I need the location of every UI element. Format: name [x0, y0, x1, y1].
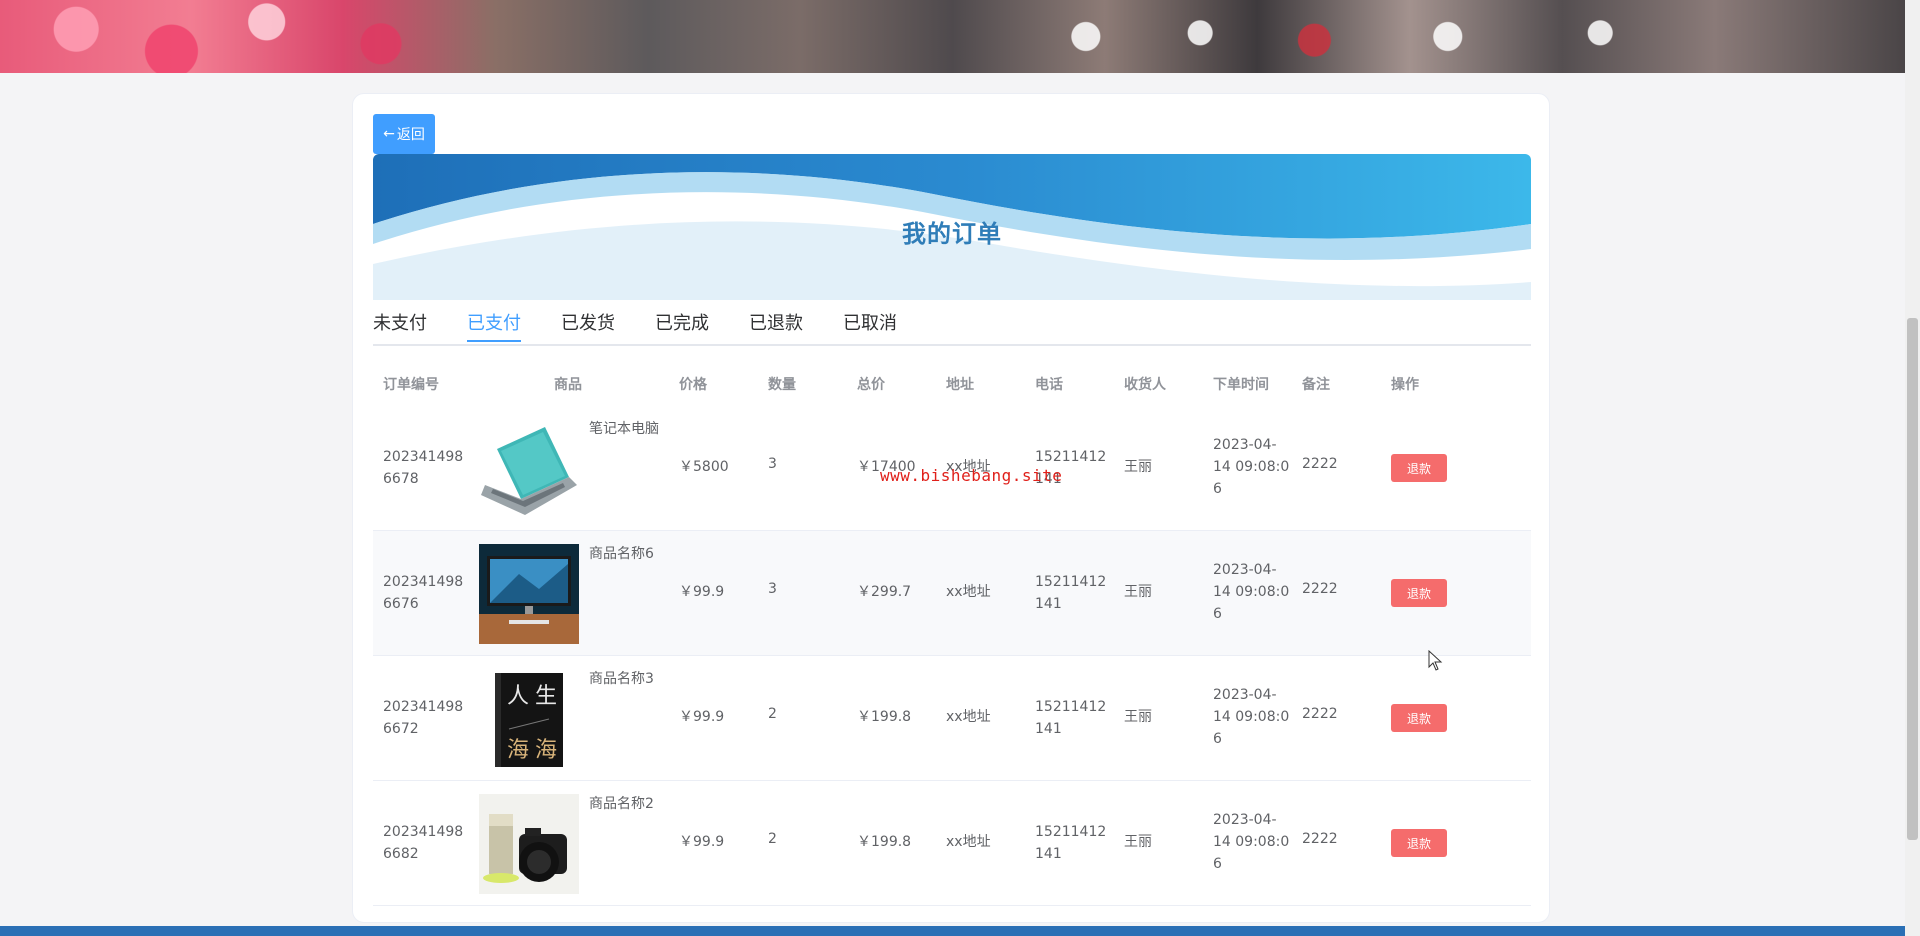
column-header: 价格	[679, 377, 707, 393]
column-header: 收货人	[1124, 377, 1166, 393]
order-id: 202341498 6682	[383, 824, 464, 862]
page-title: 我的订单	[902, 220, 1002, 248]
address: xx地址	[946, 709, 991, 725]
column-header: 商品	[554, 377, 582, 393]
table-row: 202341498 6682 商品名称2 ￥99.9 2 ￥199.8 xx地址 …	[373, 781, 1531, 906]
order-time: 2023-04- 14 09:08:0 6	[1213, 812, 1290, 872]
price: ￥99.9	[679, 584, 725, 600]
back-button[interactable]: ← 返回	[373, 114, 435, 154]
table-row: 202341498 6676 商品名称6 ￥99.9 3 ￥299.7 xx地址 …	[373, 531, 1531, 656]
arrow-left-icon: ←	[383, 126, 395, 142]
price: ￥5800	[679, 459, 729, 475]
receiver: 王丽	[1124, 584, 1152, 600]
order-id: 202341498 6676	[383, 574, 464, 612]
tab-paid[interactable]: 已支付	[467, 310, 521, 344]
quantity: 3	[768, 456, 777, 472]
mouse-cursor-icon	[1428, 650, 1443, 671]
column-header: 数量	[768, 377, 796, 393]
product-image-laptop	[479, 419, 579, 519]
address: xx地址	[946, 834, 991, 850]
order-id: 202341498 6672	[383, 699, 464, 737]
phone: 15211412 141	[1035, 574, 1107, 612]
scrollbar-thumb[interactable]	[1907, 318, 1918, 840]
tab-unpaid[interactable]: 未支付	[373, 310, 427, 344]
order-time: 2023-04- 14 09:08:0 6	[1213, 687, 1290, 747]
total-price: ￥199.8	[857, 834, 912, 850]
svg-text:生: 生	[535, 684, 557, 709]
order-status-tabs: 未支付 已支付 已发货 已完成 已退款 已取消	[373, 310, 1531, 346]
back-button-label: 返回	[396, 127, 425, 143]
column-header: 订单编号	[383, 377, 439, 393]
column-header: 总价	[857, 377, 885, 393]
product-name: 商品名称6	[589, 546, 654, 562]
quantity: 2	[768, 706, 777, 722]
product-name: 商品名称2	[589, 796, 654, 812]
phone: 15211412 141	[1035, 699, 1107, 737]
order-time: 2023-04- 14 09:08:0 6	[1213, 562, 1290, 622]
column-header: 操作	[1391, 377, 1419, 393]
quantity: 2	[768, 831, 777, 847]
table-header: 订单编号 商品 价格 数量 总价 地址 电话 收货人 下单时间 备注 操作	[373, 362, 1531, 406]
total-price: ￥199.8	[857, 709, 912, 725]
price: ￥99.9	[679, 709, 725, 725]
column-header: 下单时间	[1213, 377, 1269, 393]
product-image-camera	[479, 794, 579, 894]
tab-shipped[interactable]: 已发货	[561, 310, 615, 344]
total-price: ￥299.7	[857, 584, 912, 600]
svg-text:海: 海	[507, 738, 529, 763]
order-id: 202341498 6678	[383, 449, 464, 487]
address: xx地址	[946, 584, 991, 600]
watermark-text: www.bishebang.site	[880, 466, 1063, 485]
product-name: 商品名称3	[589, 671, 654, 687]
phone: 15211412 141	[1035, 824, 1107, 862]
refund-button[interactable]: 退款	[1391, 704, 1447, 732]
quantity: 3	[768, 581, 777, 597]
product-image-book: 人 生 海 海	[479, 669, 579, 769]
order-time: 2023-04- 14 09:08:0 6	[1213, 437, 1290, 497]
tab-completed[interactable]: 已完成	[655, 310, 709, 344]
note: 2222	[1302, 581, 1338, 597]
note: 2222	[1302, 831, 1338, 847]
column-header: 地址	[946, 377, 974, 393]
product-name: 笔记本电脑	[589, 421, 659, 437]
refund-button[interactable]: 退款	[1391, 454, 1447, 482]
refund-button[interactable]: 退款	[1391, 829, 1447, 857]
active-tab-indicator	[467, 340, 521, 342]
receiver: 王丽	[1124, 709, 1152, 725]
svg-text:人: 人	[507, 684, 529, 709]
receiver: 王丽	[1124, 459, 1152, 475]
tab-refunded[interactable]: 已退款	[749, 310, 803, 344]
price: ￥99.9	[679, 834, 725, 850]
column-header: 备注	[1302, 377, 1330, 393]
svg-text:海: 海	[535, 738, 557, 763]
receiver: 王丽	[1124, 834, 1152, 850]
tab-cancelled[interactable]: 已取消	[843, 310, 897, 344]
note: 2222	[1302, 706, 1338, 722]
hero-banner-image	[0, 0, 1905, 73]
column-header: 电话	[1035, 377, 1063, 393]
table-row: 202341498 6672 人 生 海 海 商品名称3 ￥99.9 2 ￥199…	[373, 656, 1531, 781]
page-banner: 我的订单	[373, 154, 1531, 300]
product-image-monitor	[479, 544, 579, 644]
note: 2222	[1302, 456, 1338, 472]
footer-bar	[0, 926, 1905, 936]
refund-button[interactable]: 退款	[1391, 579, 1447, 607]
